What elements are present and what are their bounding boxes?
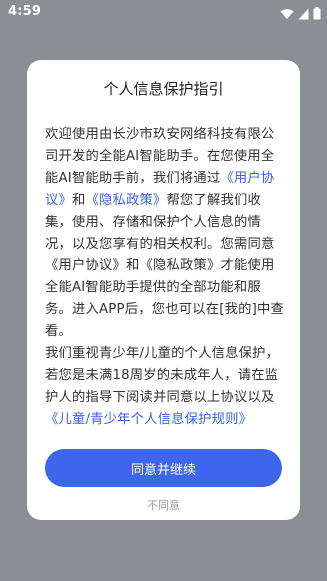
privacy-dialog: 个人信息保护指引 欢迎使用由长沙市玖安网络科技有限公司开发的全能AI智能助手。在… <box>27 60 300 520</box>
dialog-body: 欢迎使用由长沙市玖安网络科技有限公司开发的全能AI智能助手。在您使用全能AI智能… <box>45 124 284 431</box>
status-time: 4:59 <box>8 4 42 19</box>
agree-continue-button[interactable]: 同意并继续 <box>45 449 282 487</box>
minor-text-1: 我们重视青少年/儿童的个人信息保护，若您是未满18周岁的未成年人，请在监护人的指… <box>45 346 280 405</box>
status-icons <box>280 5 321 24</box>
signal-icon <box>298 5 309 24</box>
dialog-title: 个人信息保护指引 <box>103 80 224 98</box>
intro-text-2: 和 <box>72 192 86 208</box>
wifi-icon <box>280 5 294 24</box>
battery-icon <box>313 5 321 24</box>
intro-text-3: 帮您了解我们收集，使用、存储和保护个人信息的情况，以及您享有的相关权利。您需同意… <box>45 192 284 340</box>
intro-paragraph: 欢迎使用由长沙市玖安网络科技有限公司开发的全能AI智能助手。在您使用全能AI智能… <box>45 124 284 343</box>
disagree-button[interactable]: 不同意 <box>27 497 300 513</box>
minor-paragraph: 我们重视青少年/儿童的个人信息保护，若您是未满18周岁的未成年人，请在监护人的指… <box>45 343 284 431</box>
status-bar: 4:59 <box>0 0 327 24</box>
privacy-policy-link[interactable]: 《隐私政策》 <box>86 193 167 208</box>
children-protection-link[interactable]: 《儿童/青少年个人信息保护规则》 <box>45 412 252 427</box>
